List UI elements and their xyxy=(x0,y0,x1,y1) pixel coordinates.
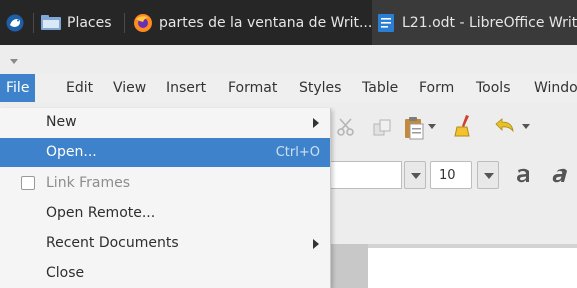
menu-item-label: Link Frames xyxy=(46,175,131,191)
menu-item-recent-documents[interactable]: Recent Documents xyxy=(0,229,330,258)
writer-doc-icon xyxy=(378,13,394,32)
italic-icon[interactable] xyxy=(548,164,574,186)
menu-styles[interactable]: Styles xyxy=(293,74,347,102)
menu-item-label: Open... xyxy=(46,144,97,160)
xfce-menu-icon[interactable] xyxy=(6,14,24,32)
menu-insert[interactable]: Insert xyxy=(160,74,212,102)
menu-item-new[interactable]: New xyxy=(0,108,330,137)
menu-item-label: Open Remote... xyxy=(46,205,156,221)
places-label: Places xyxy=(67,14,112,31)
menu-item-open[interactable]: Open... Ctrl+O xyxy=(0,138,330,167)
cut-icon[interactable] xyxy=(336,117,356,137)
menu-tools[interactable]: Tools xyxy=(470,74,517,102)
undo-dropdown-icon[interactable] xyxy=(522,124,530,129)
menu-view[interactable]: View xyxy=(107,74,152,102)
submenu-arrow-icon xyxy=(313,118,319,128)
menu-item-open-remote[interactable]: Open Remote... xyxy=(0,199,330,228)
copy-icon[interactable] xyxy=(372,118,392,138)
menubar: File Edit View Insert Format Styles Tabl… xyxy=(0,74,577,102)
firefox-icon xyxy=(134,13,152,32)
font-size-field[interactable]: 10 xyxy=(430,161,472,189)
menu-item-link-frames[interactable]: Link Frames xyxy=(0,169,330,198)
font-name-dropdown[interactable] xyxy=(404,161,426,189)
file-menu-dropdown: New Open... Ctrl+O Link Frames Open Remo… xyxy=(0,108,331,288)
submenu-arrow-icon xyxy=(313,239,319,249)
menu-file[interactable]: File xyxy=(0,74,36,102)
folder-icon xyxy=(41,14,61,30)
menu-item-label: New xyxy=(46,114,77,130)
menu-form[interactable]: Form xyxy=(413,74,460,102)
taskbar-window-writer[interactable]: L21.odt - LibreOffice Writ xyxy=(372,0,577,45)
checkbox-icon xyxy=(21,176,35,190)
font-size-dropdown[interactable] xyxy=(477,161,499,189)
taskbar-window-label: partes de la ventana de Writ... xyxy=(159,14,373,31)
bold-icon[interactable] xyxy=(514,164,540,186)
menu-item-label: Recent Documents xyxy=(46,235,179,251)
font-name-field[interactable] xyxy=(330,161,402,189)
taskbar-separator xyxy=(124,13,125,33)
page-margin xyxy=(330,244,368,288)
menu-window[interactable]: Windo xyxy=(528,74,577,102)
places-menu[interactable]: Places xyxy=(41,0,112,45)
menu-table[interactable]: Table xyxy=(356,74,404,102)
paste-dropdown-icon[interactable] xyxy=(428,124,436,129)
menu-item-shortcut: Ctrl+O xyxy=(275,145,320,160)
clone-formatting-icon[interactable] xyxy=(453,114,475,138)
taskbar: Places partes de la ventana de Writ... L… xyxy=(0,0,577,45)
menu-item-close[interactable]: Close xyxy=(0,259,330,288)
paste-icon[interactable] xyxy=(403,116,425,140)
menu-edit[interactable]: Edit xyxy=(60,74,99,102)
taskbar-window-label: L21.odt - LibreOffice Writ xyxy=(402,14,577,31)
menu-item-label: Close xyxy=(46,265,85,281)
menu-format[interactable]: Format xyxy=(222,74,283,102)
undo-icon[interactable] xyxy=(493,116,517,136)
taskbar-window-firefox[interactable]: partes de la ventana de Writ... xyxy=(133,0,372,45)
document-page[interactable] xyxy=(368,248,577,288)
taskbar-separator xyxy=(33,13,34,33)
chevron-down-icon[interactable] xyxy=(10,59,18,64)
